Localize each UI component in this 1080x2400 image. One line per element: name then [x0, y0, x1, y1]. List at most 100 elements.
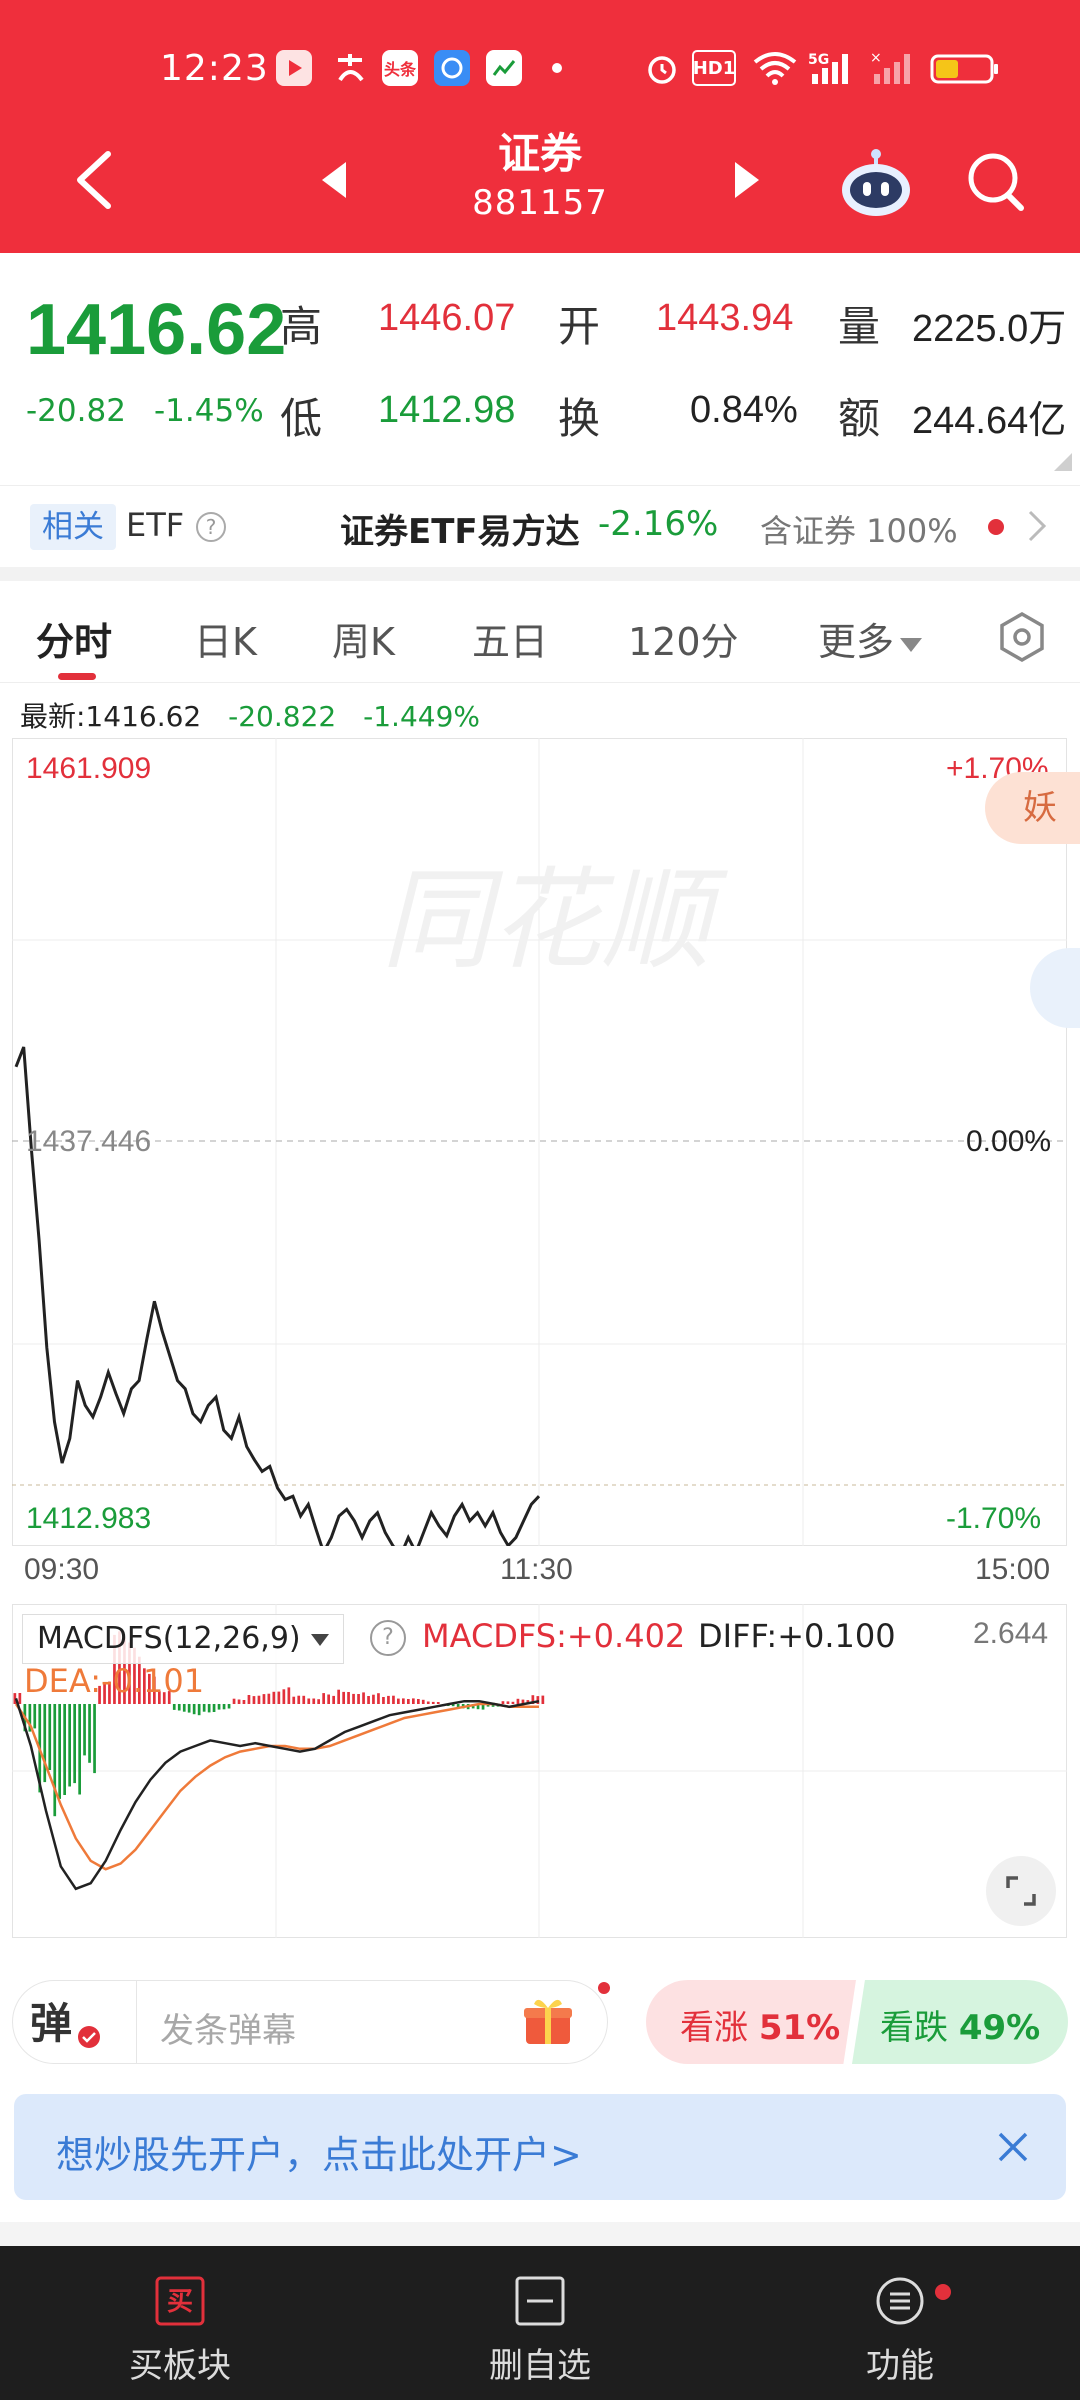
caret-down-icon [900, 637, 923, 652]
notification-dot [598, 1982, 610, 1994]
robot-assistant-icon[interactable] [838, 146, 914, 218]
remove-watchlist-button[interactable]: 删自选 [360, 2246, 720, 2400]
back-button[interactable] [70, 150, 120, 210]
signal-5g-icon: 5G [808, 50, 858, 86]
macd-bar [53, 1704, 57, 1817]
macd-bar [272, 1691, 276, 1704]
bottom-separator [0, 2222, 1080, 2246]
help-icon[interactable]: ? [196, 512, 226, 542]
gift-icon[interactable] [520, 1992, 576, 2048]
help-icon[interactable]: ? [370, 1620, 406, 1656]
macd-bar [93, 1704, 96, 1774]
tab-five-day[interactable]: 五日 [472, 611, 548, 666]
time-label-close: 15:00 [975, 1553, 1051, 1586]
macd-bar [177, 1704, 181, 1711]
related-etf-row[interactable]: 相关 ETF ? 证券ETF易方达 -2.16% 含证券 100% [0, 485, 1080, 565]
quote-panel[interactable]: 1416.62 -20.82 -1.45% 高 1446.07 开 1443.9… [0, 253, 1080, 485]
price-change: -20.82 [26, 393, 126, 429]
macd-bar [506, 1701, 510, 1704]
macd-bar [232, 1698, 236, 1704]
amount-label: 额 [838, 394, 881, 443]
intraday-price-chart[interactable]: 同花顺 [12, 738, 1067, 1546]
macdfs-value: MACDFS:+0.402 [422, 1617, 686, 1655]
low-value: 1412.98 [378, 389, 516, 431]
volume-value: 2225.0万 [912, 308, 1067, 350]
tab-daily-k[interactable]: 日K [194, 611, 257, 666]
macd-bar [382, 1697, 385, 1704]
macd-bar [172, 1704, 176, 1710]
macd-bar [68, 1704, 71, 1787]
dea-value: DEA:-0.101 [24, 1662, 205, 1700]
buy-sector-button[interactable]: 买 买板块 [0, 2246, 360, 2400]
alarm-icon [642, 50, 682, 86]
macd-bar [63, 1704, 66, 1795]
vote-down-label: 看跌 49% [880, 2000, 1040, 2049]
macd-bar [426, 1701, 430, 1704]
price-change-pct: -1.45% [154, 393, 264, 429]
functions-badge-dot [935, 2284, 951, 2300]
macd-bar [282, 1689, 286, 1704]
next-stock-button[interactable] [735, 162, 759, 198]
turnover-label: 换 [558, 394, 601, 443]
macd-bar [372, 1694, 375, 1704]
functions-button[interactable]: 功能 [720, 2246, 1080, 2400]
status-bar: 12:23 头条 HD1 5G × [0, 40, 1080, 100]
macd-bar [317, 1699, 320, 1704]
fullscreen-icon[interactable] [986, 1856, 1056, 1926]
macd-bar [247, 1695, 251, 1704]
etf-change: -2.16% [598, 504, 719, 544]
indicator-selector[interactable]: MACDFS(12,26,9) [22, 1614, 344, 1664]
low-label: 低 [280, 394, 323, 443]
stock-name: 证券 [497, 129, 582, 178]
macd-bar [397, 1698, 400, 1704]
open-label: 开 [558, 302, 601, 351]
macd-bar [431, 1701, 435, 1704]
time-label-noon: 11:30 [500, 1553, 573, 1586]
macd-bar [33, 1704, 37, 1729]
macd-bar [312, 1698, 316, 1704]
macd-bar [436, 1702, 440, 1704]
macd-bar [287, 1687, 291, 1704]
macd-bar [302, 1695, 306, 1704]
functions-label: 功能 [866, 2346, 934, 2386]
tab-120-min[interactable]: 120分 [628, 611, 739, 666]
toutiao-icon: 头条 [382, 50, 418, 86]
tab-weekly-k[interactable]: 周K [332, 611, 395, 666]
related-tag: 相关 [30, 504, 116, 550]
volume-label: 量 [838, 302, 881, 351]
promo-text[interactable]: 想炒股先开户，点击此处开户> [56, 2124, 582, 2179]
settings-hexagon-icon[interactable] [996, 611, 1048, 663]
search-icon[interactable] [965, 150, 1029, 214]
open-account-banner[interactable]: 想炒股先开户，点击此处开户> [14, 2094, 1066, 2200]
macd-bar [377, 1693, 380, 1704]
macd-bar [362, 1692, 365, 1704]
video-app-icon [276, 50, 312, 86]
y-mid-value: 1437.446 [26, 1125, 152, 1158]
macd-bar [367, 1696, 370, 1704]
tab-more[interactable]: 更多 [818, 611, 923, 666]
macd-bar [202, 1704, 206, 1712]
macd-bar [18, 1693, 22, 1704]
bullet-divider [136, 1980, 137, 2064]
hot-stock-tag[interactable]: 妖股 [985, 772, 1080, 844]
macd-bar [227, 1704, 231, 1709]
expand-quote-corner[interactable] [1054, 453, 1072, 471]
macd-bar [83, 1704, 86, 1756]
bullet-input[interactable]: 发条弹幕 [160, 2003, 296, 2052]
macd-bar [187, 1704, 191, 1713]
macd-bar [207, 1704, 211, 1713]
macd-bar [292, 1696, 296, 1704]
macd-bar [337, 1689, 340, 1704]
status-time: 12:23 [160, 48, 269, 89]
macd-bar [417, 1699, 420, 1704]
macd-bar [78, 1704, 81, 1795]
macd-bar [387, 1695, 390, 1704]
chevron-right-icon[interactable] [1024, 508, 1048, 544]
close-icon[interactable] [994, 2128, 1032, 2166]
macd-bar [352, 1693, 355, 1704]
vote-up-text: 看涨 [680, 2008, 748, 2048]
svg-text:5G: 5G [808, 52, 829, 68]
tab-intraday[interactable]: 分时 [36, 611, 112, 666]
macd-bar [342, 1691, 345, 1704]
caret-down-icon [310, 1633, 329, 1646]
